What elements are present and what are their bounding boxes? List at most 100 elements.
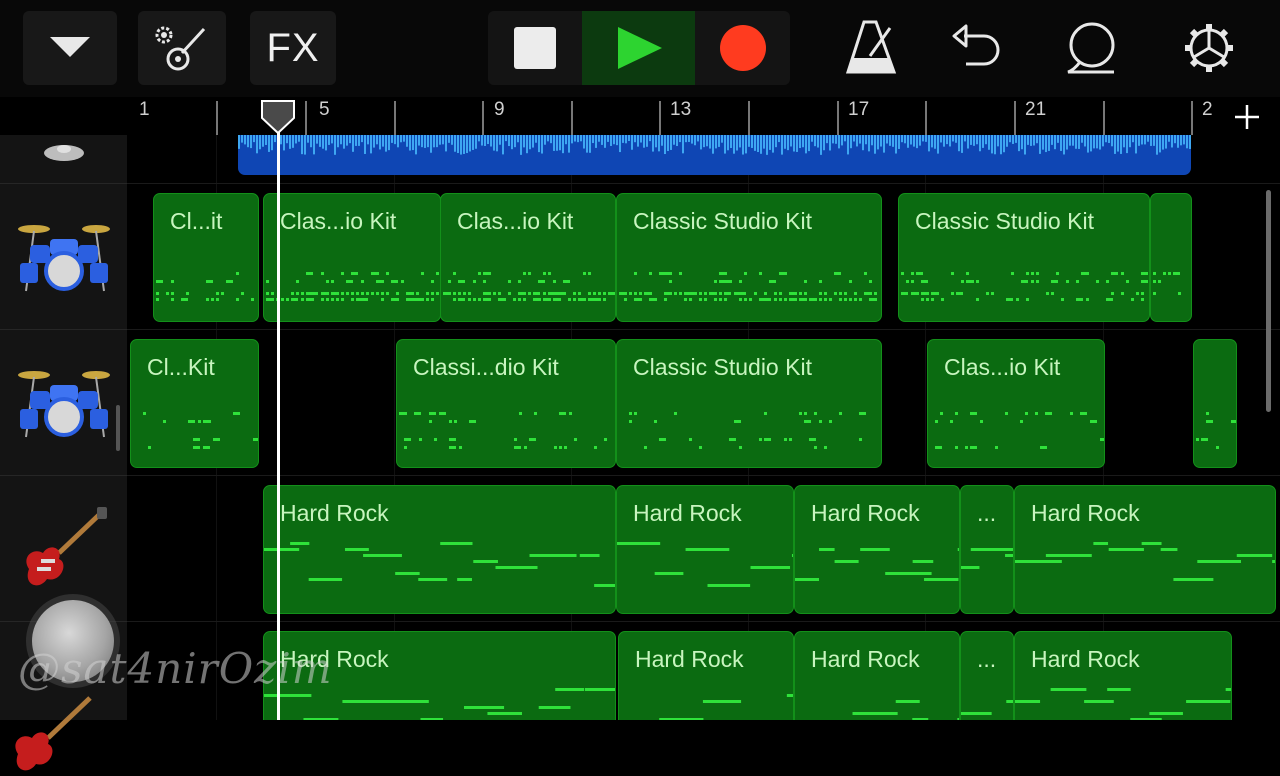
drum-region[interactable]: Clas...io Kit (927, 339, 1105, 468)
ruler-tick (1014, 101, 1016, 135)
metronome-icon (845, 20, 897, 74)
ruler-tick (394, 101, 396, 135)
fx-label: FX (266, 25, 320, 70)
region-notes (1153, 272, 1181, 295)
audio-region[interactable] (238, 135, 1191, 175)
bar-number: 1 (139, 99, 150, 120)
drum-kit-icon (17, 370, 110, 437)
electric-guitar-icon (25, 506, 107, 585)
drum-region[interactable]: Clas...io Kit (263, 193, 441, 322)
bar-number: 9 (494, 99, 505, 120)
drum-region[interactable]: Classi...dio Kit (396, 339, 616, 468)
settings-icon (1185, 24, 1233, 72)
region-notes (443, 272, 615, 301)
stop-icon (514, 27, 556, 69)
audio-waveform (238, 135, 1191, 155)
bar-number: 2 (1202, 99, 1213, 120)
region-notes (266, 272, 439, 301)
ruler-tick (571, 101, 573, 135)
record-icon (719, 25, 766, 71)
transport-controls (488, 11, 790, 85)
timeline-ruler[interactable]: 1 5 9 13 17 21 2 (127, 97, 1280, 135)
drum-region[interactable]: Classic Studio Kit (898, 193, 1150, 322)
region-notes (935, 412, 1104, 449)
record-button[interactable] (695, 11, 790, 85)
vertical-scrollbar[interactable] (1266, 190, 1271, 412)
region-notes (617, 542, 793, 587)
ruler-tick (659, 101, 661, 135)
drum-kit-icon (17, 224, 110, 291)
cymbal-icon (43, 145, 84, 161)
instrument-settings-icon (155, 26, 206, 71)
bar-number: 13 (670, 99, 692, 120)
plus-icon (1235, 105, 1259, 129)
chevron-down-icon (50, 37, 90, 57)
guitar-region[interactable]: Hard Rock (794, 485, 960, 614)
undo-icon (952, 24, 1000, 66)
playhead-handle[interactable] (261, 100, 295, 139)
region-notes (264, 542, 615, 587)
track-header-drums-2[interactable] (0, 330, 127, 476)
metronome-button[interactable] (844, 18, 898, 76)
drum-region[interactable] (1150, 193, 1192, 322)
ruler-tick (305, 101, 307, 135)
toolbar: FX (0, 0, 1280, 97)
stop-button[interactable] (488, 11, 582, 85)
ruler-tick (216, 101, 218, 135)
guitar-region[interactable]: Hard Rock (263, 485, 616, 614)
ruler-tick (1103, 101, 1105, 135)
ruler-tick (482, 101, 484, 135)
electric-guitar-icon (15, 696, 92, 771)
ruler-tick (925, 101, 927, 135)
ruler-tick (837, 101, 839, 135)
region-notes (156, 272, 254, 301)
track-header-cymbal[interactable] (0, 125, 127, 184)
region-notes (399, 412, 607, 449)
region-notes (1196, 412, 1236, 449)
guitar-region[interactable]: Hard Rock (618, 631, 794, 720)
drum-region[interactable]: Cl...it (153, 193, 259, 322)
region-notes (629, 412, 866, 449)
ruler-tick (1191, 101, 1193, 135)
drum-region[interactable]: Classic Studio Kit (616, 339, 882, 468)
region-notes (961, 700, 1013, 715)
drum-region[interactable]: Cl...Kit (130, 339, 259, 468)
track-header-drums-1[interactable] (0, 184, 127, 330)
loop-browser-button[interactable] (1066, 20, 1118, 76)
lane-divider (127, 621, 1280, 622)
add-section-button[interactable] (1229, 100, 1265, 134)
lane-divider (127, 329, 1280, 330)
guitar-region[interactable]: Hard Rock (1014, 485, 1276, 614)
fx-button[interactable]: FX (250, 11, 336, 85)
tracks-view-button[interactable] (23, 11, 117, 85)
region-notes (852, 700, 959, 720)
region-notes (1015, 542, 1275, 581)
watermark: @sat4nirOzim (18, 644, 333, 693)
region-notes (1015, 688, 1231, 720)
guitar-region[interactable]: Hard Rock (616, 485, 794, 614)
play-button[interactable] (582, 11, 695, 85)
undo-button[interactable] (950, 22, 1002, 72)
region-notes (901, 272, 1148, 301)
header-scroll-indicator (116, 405, 120, 451)
region-notes (961, 548, 1013, 569)
guitar-region[interactable]: Hard Rock (794, 631, 960, 720)
lane-divider (127, 475, 1280, 476)
drum-region[interactable]: Classic Studio Kit (616, 193, 882, 322)
lane-divider (127, 183, 1280, 184)
region-notes (659, 694, 793, 720)
drum-region[interactable] (1193, 339, 1237, 468)
tracks-area[interactable]: Cl...it Clas...io Kit Clas...io Kit Clas… (127, 135, 1280, 720)
loop-icon (1067, 22, 1115, 74)
region-notes (619, 272, 877, 301)
region-notes (795, 548, 959, 581)
instrument-settings-button[interactable] (138, 11, 226, 85)
region-notes (143, 412, 258, 449)
drum-region[interactable]: Clas...io Kit (440, 193, 616, 322)
guitar-region[interactable]: ... (960, 485, 1014, 614)
bar-number: 17 (848, 99, 870, 120)
settings-button[interactable] (1183, 22, 1235, 74)
guitar-region[interactable]: Hard Rock (1014, 631, 1232, 720)
guitar-region[interactable]: ... (960, 631, 1014, 720)
bar-number: 21 (1025, 99, 1047, 120)
